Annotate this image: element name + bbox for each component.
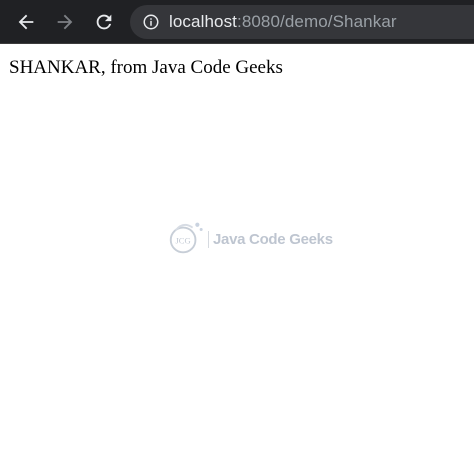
reload-icon [96, 14, 112, 30]
address-bar[interactable]: localhost:8080/demo/Shankar [130, 5, 474, 39]
url-host: localhost [169, 12, 237, 31]
jcg-logo-icon: JCG [169, 222, 203, 254]
back-button[interactable] [11, 7, 41, 37]
greeting-text: SHANKAR, from Java Code Geeks [9, 57, 283, 78]
url-path: :8080/demo/Shankar [237, 12, 397, 31]
watermark-title: Java Code Geeks [213, 230, 333, 248]
reload-button[interactable] [89, 7, 119, 37]
watermark-text-wrap: Java Code Geeks [208, 230, 333, 248]
page-content: SHANKAR, from Java Code Geeks JCG Java C… [0, 44, 474, 474]
arrow-left-icon [18, 14, 34, 30]
info-icon[interactable] [142, 13, 160, 31]
svg-text:JCG: JCG [175, 236, 190, 246]
arrow-right-icon [57, 14, 73, 30]
forward-button[interactable] [50, 7, 80, 37]
java-code-geeks-watermark: JCG Java Code Geeks [166, 216, 333, 262]
url-text: localhost:8080/demo/Shankar [169, 12, 397, 32]
browser-toolbar: localhost:8080/demo/Shankar [0, 0, 474, 44]
